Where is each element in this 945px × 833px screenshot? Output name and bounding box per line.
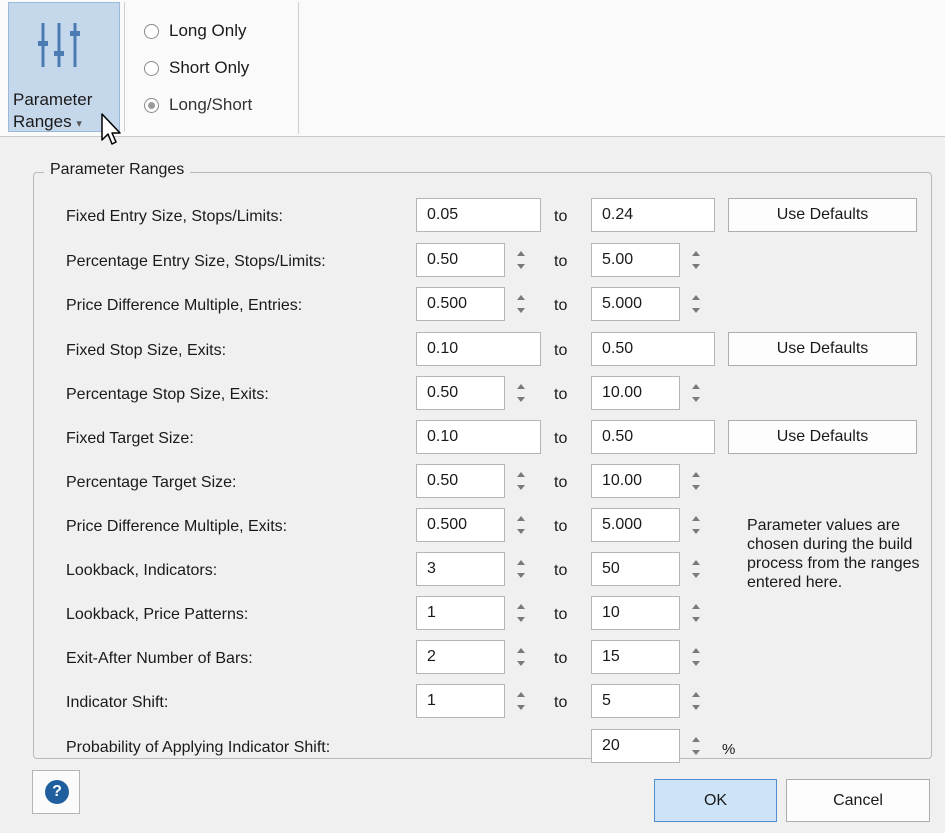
spinner-arrows-icon[interactable] (506, 376, 536, 410)
mouse-cursor-icon (101, 113, 121, 145)
radio-label: Long Only (169, 21, 247, 40)
fixed-target-size-to-input[interactable]: 0.50 (591, 420, 715, 454)
percent-unit-label: % (722, 741, 736, 758)
fixed-stop-size-from-input[interactable]: 0.10 (416, 332, 541, 366)
spinner-arrows-icon[interactable] (681, 508, 711, 542)
percentage-target-size-from-input[interactable]: 0.50 (416, 464, 505, 498)
fixed-stop-size-to-input[interactable]: 0.50 (591, 332, 715, 366)
to-label: to (554, 694, 568, 711)
spinner-arrows-icon[interactable] (681, 684, 711, 718)
to-label: to (554, 650, 568, 667)
radio-long-short[interactable]: Long/Short (144, 93, 252, 117)
use-defaults-button-entry[interactable]: Use Defaults (728, 198, 917, 232)
to-label: to (554, 208, 568, 225)
spinner-arrows-icon[interactable] (681, 729, 711, 763)
row-label-price-diff-entries: Price Difference Multiple, Entries: (66, 297, 303, 314)
row-label-exit-after-bars: Exit-After Number of Bars: (66, 650, 253, 667)
to-label: to (554, 253, 568, 270)
use-defaults-button-target[interactable]: Use Defaults (728, 420, 917, 454)
fixed-target-size-from-input[interactable]: 0.10 (416, 420, 541, 454)
ribbon-label-line1: Parameter (13, 90, 93, 109)
radio-circle-icon[interactable] (144, 97, 159, 113)
spinner-arrows-icon[interactable] (681, 596, 711, 630)
percentage-entry-size-to-input[interactable]: 5.00 (591, 243, 680, 277)
fixed-entry-size-to-input[interactable]: 0.24 (591, 198, 715, 232)
row-label-percentage-entry-size: Percentage Entry Size, Stops/Limits: (66, 253, 326, 270)
groupbox-title: Parameter Ranges (44, 161, 191, 179)
spinner-arrows-icon[interactable] (681, 464, 711, 498)
to-label: to (554, 386, 568, 403)
row-label-percentage-stop-size: Percentage Stop Size, Exits: (66, 386, 269, 403)
price-diff-exits-to-input[interactable]: 5.000 (591, 508, 680, 542)
to-label: to (554, 562, 568, 579)
lookback-indicators-to-input[interactable]: 50 (591, 552, 680, 586)
ribbon-group-separator (298, 2, 299, 134)
row-label-lookback-price-patterns: Lookback, Price Patterns: (66, 606, 249, 623)
lookback-price-patterns-from-input[interactable]: 1 (416, 596, 505, 630)
row-label-indicator-shift: Indicator Shift: (66, 694, 169, 711)
probability-label: Probability of Applying Indicator Shift: (66, 739, 331, 756)
percentage-stop-size-to-input[interactable]: 10.00 (591, 376, 680, 410)
spinner-arrows-icon[interactable] (506, 684, 536, 718)
spinner-arrows-icon[interactable] (681, 640, 711, 674)
exit-after-bars-to-input[interactable]: 15 (591, 640, 680, 674)
spinner-arrows-icon[interactable] (681, 243, 711, 277)
radio-label: Long/Short (169, 95, 253, 114)
cancel-button[interactable]: Cancel (786, 779, 930, 822)
help-question-icon: ? (45, 780, 69, 804)
row-label-fixed-target-size: Fixed Target Size: (66, 430, 194, 447)
sliders-icon (38, 23, 80, 67)
spinner-arrows-icon[interactable] (506, 243, 536, 277)
info-note: Parameter values are chosen during the b… (747, 517, 920, 591)
row-label-lookback-indicators: Lookback, Indicators: (66, 562, 218, 579)
exit-after-bars-from-input[interactable]: 2 (416, 640, 505, 674)
spinner-arrows-icon[interactable] (506, 552, 536, 586)
radio-circle-icon[interactable] (144, 60, 159, 76)
use-defaults-button-stop[interactable]: Use Defaults (728, 332, 917, 366)
to-label: to (554, 297, 568, 314)
percentage-entry-size-from-input[interactable]: 0.50 (416, 243, 505, 277)
spinner-arrows-icon[interactable] (506, 596, 536, 630)
radio-short-only[interactable]: Short Only (144, 56, 249, 80)
radio-long-only[interactable]: Long Only (144, 19, 247, 43)
radio-label: Short Only (169, 58, 250, 77)
row-label-percentage-target-size: Percentage Target Size: (66, 474, 237, 491)
spinner-arrows-icon[interactable] (506, 508, 536, 542)
spinner-arrows-icon[interactable] (681, 287, 711, 321)
spinner-arrows-icon[interactable] (506, 287, 536, 321)
to-label: to (554, 474, 568, 491)
help-button[interactable]: ? (32, 770, 80, 814)
price-diff-entries-from-input[interactable]: 0.500 (416, 287, 505, 321)
price-diff-exits-from-input[interactable]: 0.500 (416, 508, 505, 542)
lookback-price-patterns-to-input[interactable]: 10 (591, 596, 680, 630)
ok-button[interactable]: OK (654, 779, 777, 822)
indicator-shift-to-input[interactable]: 5 (591, 684, 680, 718)
probability-input[interactable]: 20 (591, 729, 680, 763)
percentage-target-size-to-input[interactable]: 10.00 (591, 464, 680, 498)
to-label: to (554, 518, 568, 535)
fixed-entry-size-from-input[interactable]: 0.05 (416, 198, 541, 232)
lookback-indicators-from-input[interactable]: 3 (416, 552, 505, 586)
row-label-price-diff-exits: Price Difference Multiple, Exits: (66, 518, 288, 535)
dropdown-arrow-icon: ▾ (76, 118, 82, 130)
indicator-shift-from-input[interactable]: 1 (416, 684, 505, 718)
price-diff-entries-to-input[interactable]: 5.000 (591, 287, 680, 321)
to-label: to (554, 606, 568, 623)
percentage-stop-size-from-input[interactable]: 0.50 (416, 376, 505, 410)
row-label-fixed-stop-size: Fixed Stop Size, Exits: (66, 342, 227, 359)
spinner-arrows-icon[interactable] (681, 376, 711, 410)
row-label-fixed-entry-size: Fixed Entry Size, Stops/Limits: (66, 208, 283, 225)
spinner-arrows-icon[interactable] (681, 552, 711, 586)
radio-circle-icon[interactable] (144, 23, 159, 39)
to-label: to (554, 342, 568, 359)
spinner-arrows-icon[interactable] (506, 640, 536, 674)
ribbon: Parameter Ranges ▾ Long Only Short Only … (0, 0, 945, 137)
to-label: to (554, 430, 568, 447)
spinner-arrows-icon[interactable] (506, 464, 536, 498)
